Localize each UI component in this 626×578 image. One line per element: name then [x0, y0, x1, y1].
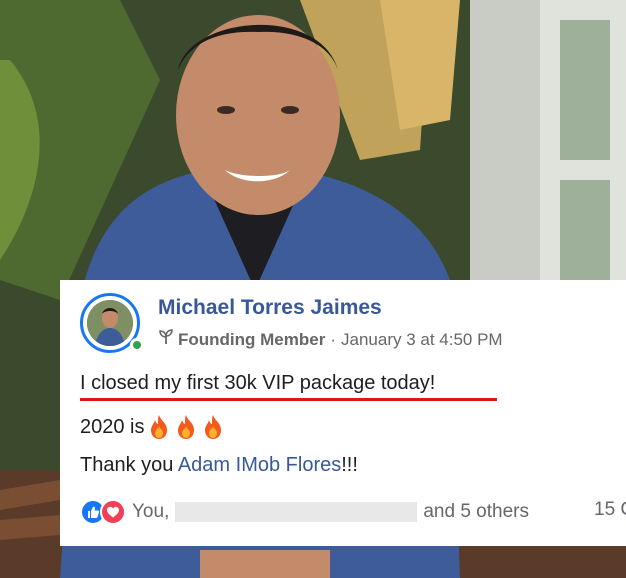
online-status-dot: [130, 338, 144, 352]
fire-icon: [177, 415, 194, 439]
fire-icon: [150, 415, 167, 439]
meta-separator: ·: [330, 329, 336, 349]
reactions-suffix: and 5 others: [423, 501, 529, 522]
thanks-suffix: !!!: [341, 454, 358, 476]
comment-count[interactable]: 15 C: [594, 499, 626, 521]
badge-sprout-icon: [158, 329, 174, 350]
avatar-photo: [87, 300, 133, 346]
fire-icon: [204, 415, 221, 439]
reaction-icons: [80, 499, 126, 525]
post-timestamp[interactable]: January 3 at 4:50 PM: [341, 330, 503, 350]
post-text-line-1: I closed my first 30k VIP package today!: [80, 372, 436, 394]
author-name-link[interactable]: Michael Torres Jaimes: [158, 296, 382, 320]
fire-emoji-group: [147, 414, 225, 440]
line2-text: 2020 is: [80, 415, 145, 438]
love-reaction-icon: [100, 499, 126, 525]
mention-link[interactable]: Adam IMob Flores: [178, 454, 341, 476]
highlight-underline: [80, 398, 497, 401]
thanks-prefix: Thank you: [80, 454, 178, 476]
post-text-line-2: 2020 is: [80, 414, 225, 440]
reactions-summary[interactable]: You, and 5 others: [80, 499, 529, 525]
facebook-post-card: Michael Torres Jaimes Founding Member · …: [60, 280, 626, 546]
founding-member-badge: Founding Member: [178, 329, 326, 349]
reactions-prefix: You,: [132, 501, 170, 522]
post-text-line-3: Thank you Adam IMob Flores!!!: [80, 454, 358, 477]
redacted-names: [175, 502, 418, 522]
post-meta: Founding Member · January 3 at 4:50 PM: [158, 329, 503, 350]
